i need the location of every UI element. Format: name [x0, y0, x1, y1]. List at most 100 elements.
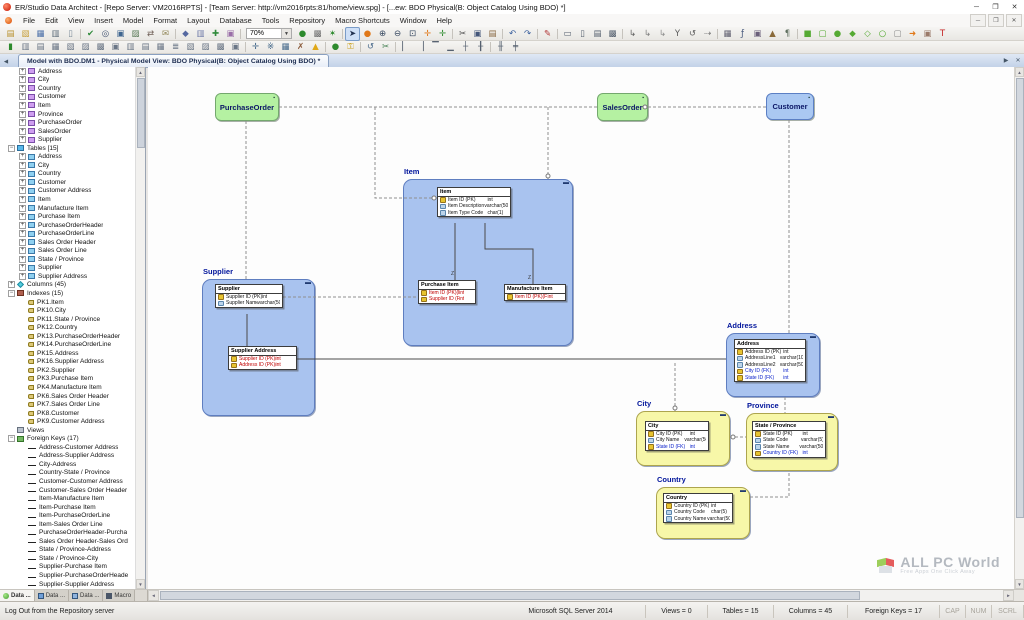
align-left-button[interactable]: ▏: [398, 40, 413, 54]
zoom-out-button[interactable]: ⊖: [390, 27, 405, 41]
zoom-in-button[interactable]: ⊕: [375, 27, 390, 41]
dimension-tool-button[interactable]: ▩: [605, 27, 620, 41]
tree-expander[interactable]: +: [19, 255, 26, 263]
tree-expander[interactable]: +: [19, 213, 26, 221]
navigate-tool-button[interactable]: ✛: [248, 40, 263, 54]
tree-expander[interactable]: +: [19, 161, 26, 169]
mdi-minimize-button[interactable]: ─: [970, 14, 986, 27]
tree-scrollbar-thumb[interactable]: [137, 78, 145, 148]
security-editor-button[interactable]: ▣: [228, 40, 243, 54]
tree-item[interactable]: PK2.Supplier: [0, 366, 136, 375]
generate-database-button[interactable]: ▨: [128, 27, 143, 41]
tree-item[interactable]: City-Address: [0, 460, 136, 469]
pan-hand-button[interactable]: ✛: [420, 27, 435, 41]
canvas-horizontal-scrollbar[interactable]: ◄ ►: [148, 590, 1024, 601]
tree-item[interactable]: + City: [0, 161, 136, 170]
tree-item[interactable]: PK3.Purchase Item: [0, 375, 136, 384]
tree-item[interactable]: Supplier-PurchaseOrderHeade: [0, 571, 136, 580]
tab-close-icon[interactable]: ✕: [1012, 55, 1024, 66]
trigger-tool-button[interactable]: ▲: [765, 27, 780, 41]
tree-item[interactable]: + Item: [0, 101, 136, 110]
function-tool-button[interactable]: ƒ: [735, 27, 750, 41]
document-tab[interactable]: Model with BDO.DM1 - Physical Model View…: [18, 54, 330, 67]
tree-item[interactable]: PurchaseOrderHeader-Purcha: [0, 529, 136, 538]
tree-item[interactable]: + State / Province: [0, 255, 136, 264]
entity-salesorder[interactable]: SalesOrder ▪: [597, 93, 648, 121]
paste-button[interactable]: ▤: [485, 27, 500, 41]
align-top-button[interactable]: ▔: [428, 40, 443, 54]
open-file-button[interactable]: ▧: [18, 27, 33, 41]
tree-item[interactable]: Customer-Customer Address: [0, 477, 136, 486]
tree-expander[interactable]: +: [19, 204, 26, 212]
mover-tool-button[interactable]: ✛: [435, 27, 450, 41]
image-tool-button[interactable]: ▣: [920, 27, 935, 41]
tree-item[interactable]: + Manufacture Item: [0, 204, 136, 213]
save-button[interactable]: ▦: [33, 27, 48, 41]
tree-item[interactable]: + PurchaseOrder: [0, 118, 136, 127]
menu-edit[interactable]: Edit: [40, 14, 63, 27]
web-publish-button[interactable]: ●: [328, 40, 343, 54]
open-submodel-button[interactable]: ▤: [33, 40, 48, 54]
tree-expander[interactable]: +: [19, 93, 26, 101]
menu-tools[interactable]: Tools: [257, 14, 285, 27]
align-bottom-button[interactable]: ▁: [443, 40, 458, 54]
index-editor-button[interactable]: ▣: [108, 40, 123, 54]
text-block-tool-button[interactable]: ▢: [890, 27, 905, 41]
tree-expander[interactable]: +: [8, 281, 15, 289]
tree-item[interactable]: PK15.Address: [0, 349, 136, 358]
tree-expander[interactable]: +: [19, 127, 26, 135]
tree-expander[interactable]: +: [19, 119, 26, 127]
zoom-area-button[interactable]: ⊡: [405, 27, 420, 41]
tree-expander[interactable]: +: [19, 178, 26, 186]
explorer-tab-macro[interactable]: Macro: [103, 590, 136, 601]
recursive-relationship-button[interactable]: ↺: [685, 27, 700, 41]
rule-binding-button[interactable]: ▨: [78, 40, 93, 54]
tree-expander[interactable]: +: [19, 170, 26, 178]
zoom-to-fit-button[interactable]: ✶: [325, 27, 340, 41]
distribute-horizontal-button[interactable]: ╫: [493, 40, 508, 54]
menu-macro-shortcuts[interactable]: Macro Shortcuts: [330, 14, 395, 27]
tree-expander[interactable]: +: [19, 84, 26, 92]
print-button[interactable]: ▥: [48, 27, 63, 41]
tab-scroll-left-icon[interactable]: ◀: [0, 56, 12, 67]
tree-item[interactable]: PK8.Customer: [0, 409, 136, 418]
tree-item[interactable]: PK6.Sales Order Header: [0, 392, 136, 401]
tree-expander[interactable]: +: [19, 264, 26, 272]
layout-grid-button[interactable]: ▦: [278, 40, 293, 54]
menu-model[interactable]: Model: [118, 14, 148, 27]
canvas-vertical-scrollbar[interactable]: ▲ ▼: [1014, 67, 1024, 589]
menu-file[interactable]: File: [18, 14, 40, 27]
tree-item[interactable]: PK4.Manufacture Item: [0, 383, 136, 392]
tree-expander[interactable]: +: [19, 67, 26, 75]
table-purchase-item[interactable]: Purchase ItemItem ID (PK)(FK)intSupplier…: [418, 280, 476, 304]
table-tool-button[interactable]: ▤: [590, 27, 605, 41]
tree-item[interactable]: + City: [0, 76, 136, 85]
explorer-tab-data[interactable]: Data ...: [34, 590, 70, 601]
add-object-button[interactable]: ✚: [208, 27, 223, 41]
tree-item[interactable]: PK10.City: [0, 306, 136, 315]
tree-item[interactable]: PK12.Country: [0, 323, 136, 332]
tree-item[interactable]: − Indexes (15): [0, 289, 136, 298]
tree-item[interactable]: State / Province-City: [0, 554, 136, 563]
overview-window-button[interactable]: ▣: [113, 27, 128, 41]
collapse-icon[interactable]: ▬: [720, 412, 726, 418]
add-submodel-button[interactable]: ▥: [18, 40, 33, 54]
explorer-tab-data[interactable]: Data ...: [0, 590, 35, 601]
non-identifying-relationship-button[interactable]: ↳: [640, 27, 655, 41]
menu-window[interactable]: Window: [395, 14, 432, 27]
table-item[interactable]: Item Item ID (PK) int Item Description varch…: [437, 187, 511, 218]
scroll-down-icon[interactable]: ▼: [136, 579, 145, 589]
tree-item[interactable]: + Province: [0, 110, 136, 119]
entity-customer[interactable]: Customer ▪: [766, 93, 814, 120]
mdi-close-button[interactable]: ✕: [1006, 14, 1022, 27]
mdi-restore-button[interactable]: ❐: [988, 14, 1004, 27]
view-relationship-button[interactable]: ⇢: [700, 27, 715, 41]
vscroll-thumb[interactable]: [1016, 78, 1024, 518]
rename-object-button[interactable]: ▦: [153, 40, 168, 54]
entity-purchaseorder[interactable]: PurchaseOrder ▪: [215, 93, 279, 121]
collapse-icon[interactable]: ▬: [810, 334, 816, 340]
tree-item[interactable]: Item-Purchase Item: [0, 503, 136, 512]
tree-item[interactable]: + Supplier: [0, 264, 136, 273]
copy-object-button[interactable]: ▣: [223, 27, 238, 41]
shape-hexagon-button[interactable]: ◇: [860, 27, 875, 41]
